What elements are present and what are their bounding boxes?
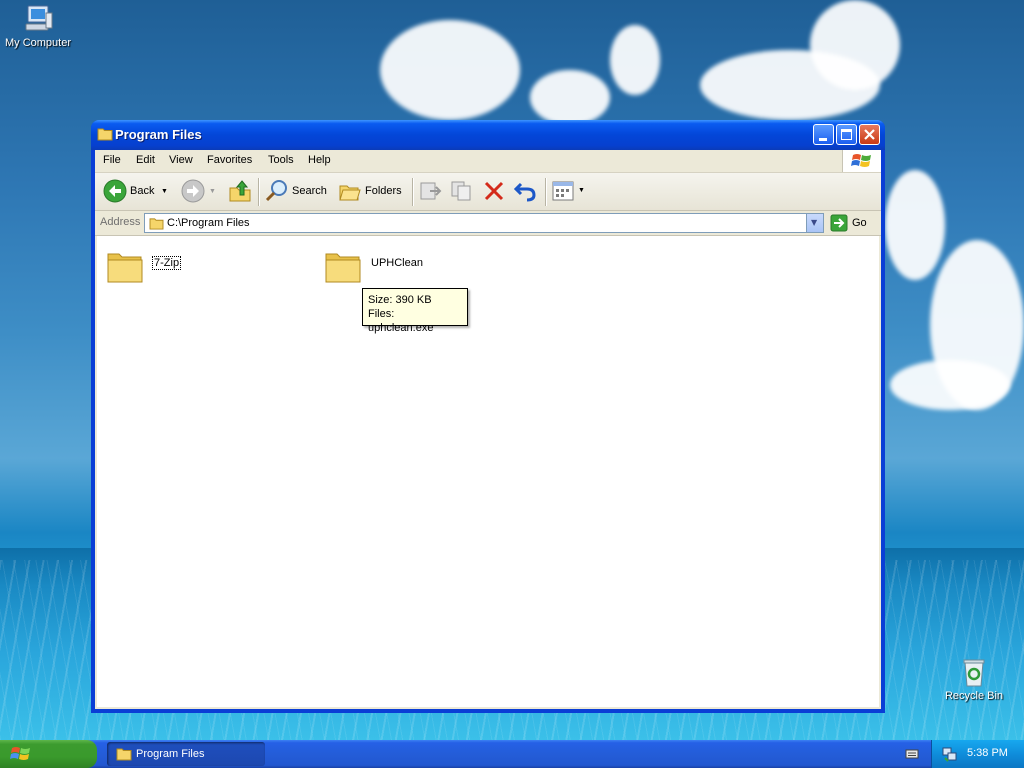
list-item[interactable]: 7-Zip	[105, 246, 205, 286]
tooltip-size: Size: 390 KB	[368, 294, 432, 306]
folders-icon	[339, 185, 361, 201]
folders-button[interactable]: Folders	[336, 178, 406, 204]
folder-icon	[97, 128, 113, 141]
desktop-icon-label: Recycle Bin	[944, 690, 1004, 702]
toolbar-separator	[412, 178, 414, 206]
folder-icon	[325, 253, 361, 283]
window-body: File Edit View Favorites Tools Help Back…	[95, 150, 881, 709]
item-name: 7-Zip	[151, 256, 182, 270]
up-folder-icon	[229, 180, 251, 202]
address-value: C:\Program Files	[167, 217, 250, 229]
cloud	[890, 360, 1010, 410]
delete-x-icon	[484, 181, 504, 201]
undo-icon	[513, 182, 536, 202]
views-button[interactable]: ▼	[551, 179, 587, 203]
desktop-icon-label: My Computer	[4, 37, 72, 49]
taskbar-item-label: Program Files	[136, 748, 205, 760]
folder-icon	[116, 748, 132, 761]
folders-label: Folders	[365, 185, 402, 197]
maximize-icon	[841, 129, 852, 140]
tooltip-files: Files: uphclean.exe	[368, 308, 434, 334]
address-input[interactable]: C:\Program Files ▼	[144, 213, 824, 233]
menu-file[interactable]: File	[103, 154, 121, 166]
network-icon[interactable]	[942, 746, 958, 762]
standard-toolbar: Back ▼ ▼ Search Folders ▼	[95, 173, 881, 211]
delete-button[interactable]	[482, 179, 508, 203]
window-titlebar[interactable]: Program Files	[91, 120, 885, 150]
cloud	[530, 70, 610, 125]
back-button[interactable]: Back ▼	[101, 178, 169, 204]
menu-edit[interactable]: Edit	[136, 154, 155, 166]
folder-icon	[149, 218, 164, 230]
start-button[interactable]	[0, 740, 97, 768]
taskbar-item-program-files[interactable]: Program Files	[107, 742, 265, 766]
my-computer-icon	[22, 3, 54, 35]
chevron-down-icon: ▼	[209, 188, 216, 195]
toolbar-separator	[545, 178, 547, 206]
close-button[interactable]	[859, 124, 880, 145]
go-arrow-icon	[830, 214, 848, 232]
copy-to-button[interactable]	[450, 179, 476, 203]
move-to-button[interactable]	[418, 179, 444, 203]
item-name: UPHClean	[371, 257, 423, 269]
minimize-button[interactable]	[813, 124, 834, 145]
address-bar: Address C:\Program Files ▼ Go	[95, 211, 881, 236]
menu-tools[interactable]: Tools	[268, 154, 294, 166]
file-list[interactable]: 7-Zip UPHClean Size: 390 KB Files: uphcl…	[97, 236, 879, 707]
menu-view[interactable]: View	[169, 154, 193, 166]
cloud	[610, 25, 660, 95]
desktop-icon-recycle-bin[interactable]: Recycle Bin	[934, 656, 1014, 702]
menu-help[interactable]: Help	[308, 154, 331, 166]
go-label: Go	[852, 217, 867, 229]
forward-arrow-icon	[181, 179, 205, 203]
clock[interactable]: 5:38 PM	[967, 747, 1008, 759]
item-info-tooltip: Size: 390 KB Files: uphclean.exe	[362, 288, 468, 334]
go-button[interactable]: Go	[830, 214, 878, 232]
chevron-down-icon: ▼	[578, 187, 585, 194]
menu-bar: File Edit View Favorites Tools Help	[95, 150, 881, 173]
close-icon	[864, 129, 875, 140]
cloud	[810, 0, 900, 90]
back-label: Back	[130, 185, 155, 197]
cloud	[885, 170, 945, 280]
taskbar: Program Files 5:38 PM	[0, 740, 1024, 768]
minimize-icon	[819, 138, 827, 141]
copy-to-icon	[451, 181, 471, 201]
cloud	[380, 20, 520, 120]
search-label: Search	[292, 185, 327, 197]
windows-logo	[842, 150, 881, 172]
search-icon	[265, 180, 287, 202]
back-arrow-icon	[103, 179, 127, 203]
list-item[interactable]: UPHClean	[323, 246, 433, 286]
keyboard-icon[interactable]	[905, 747, 919, 759]
recycle-bin-icon	[958, 656, 990, 688]
system-tray: 5:38 PM	[931, 740, 1024, 768]
address-label: Address	[100, 216, 141, 228]
toolbar-separator	[258, 178, 260, 206]
windows-flag-icon	[10, 747, 30, 760]
maximize-button[interactable]	[836, 124, 857, 145]
search-button[interactable]: Search	[263, 178, 329, 204]
chevron-down-icon: ▼	[161, 188, 168, 195]
window-title: Program Files	[115, 127, 202, 142]
explorer-window: Program Files File Edit View Favorites T…	[91, 120, 885, 713]
chevron-down-icon: ▼	[811, 218, 818, 227]
views-icon	[552, 181, 574, 201]
up-folder-button[interactable]	[227, 178, 253, 204]
folder-icon	[107, 253, 143, 283]
move-to-icon	[420, 182, 442, 200]
menu-favorites[interactable]: Favorites	[207, 154, 252, 166]
desktop-icon-my-computer[interactable]: My Computer	[0, 3, 78, 49]
windows-flag-icon	[851, 154, 871, 167]
undo-button[interactable]	[513, 179, 539, 203]
address-dropdown-button[interactable]: ▼	[806, 214, 823, 232]
forward-button[interactable]: ▼	[179, 178, 217, 204]
